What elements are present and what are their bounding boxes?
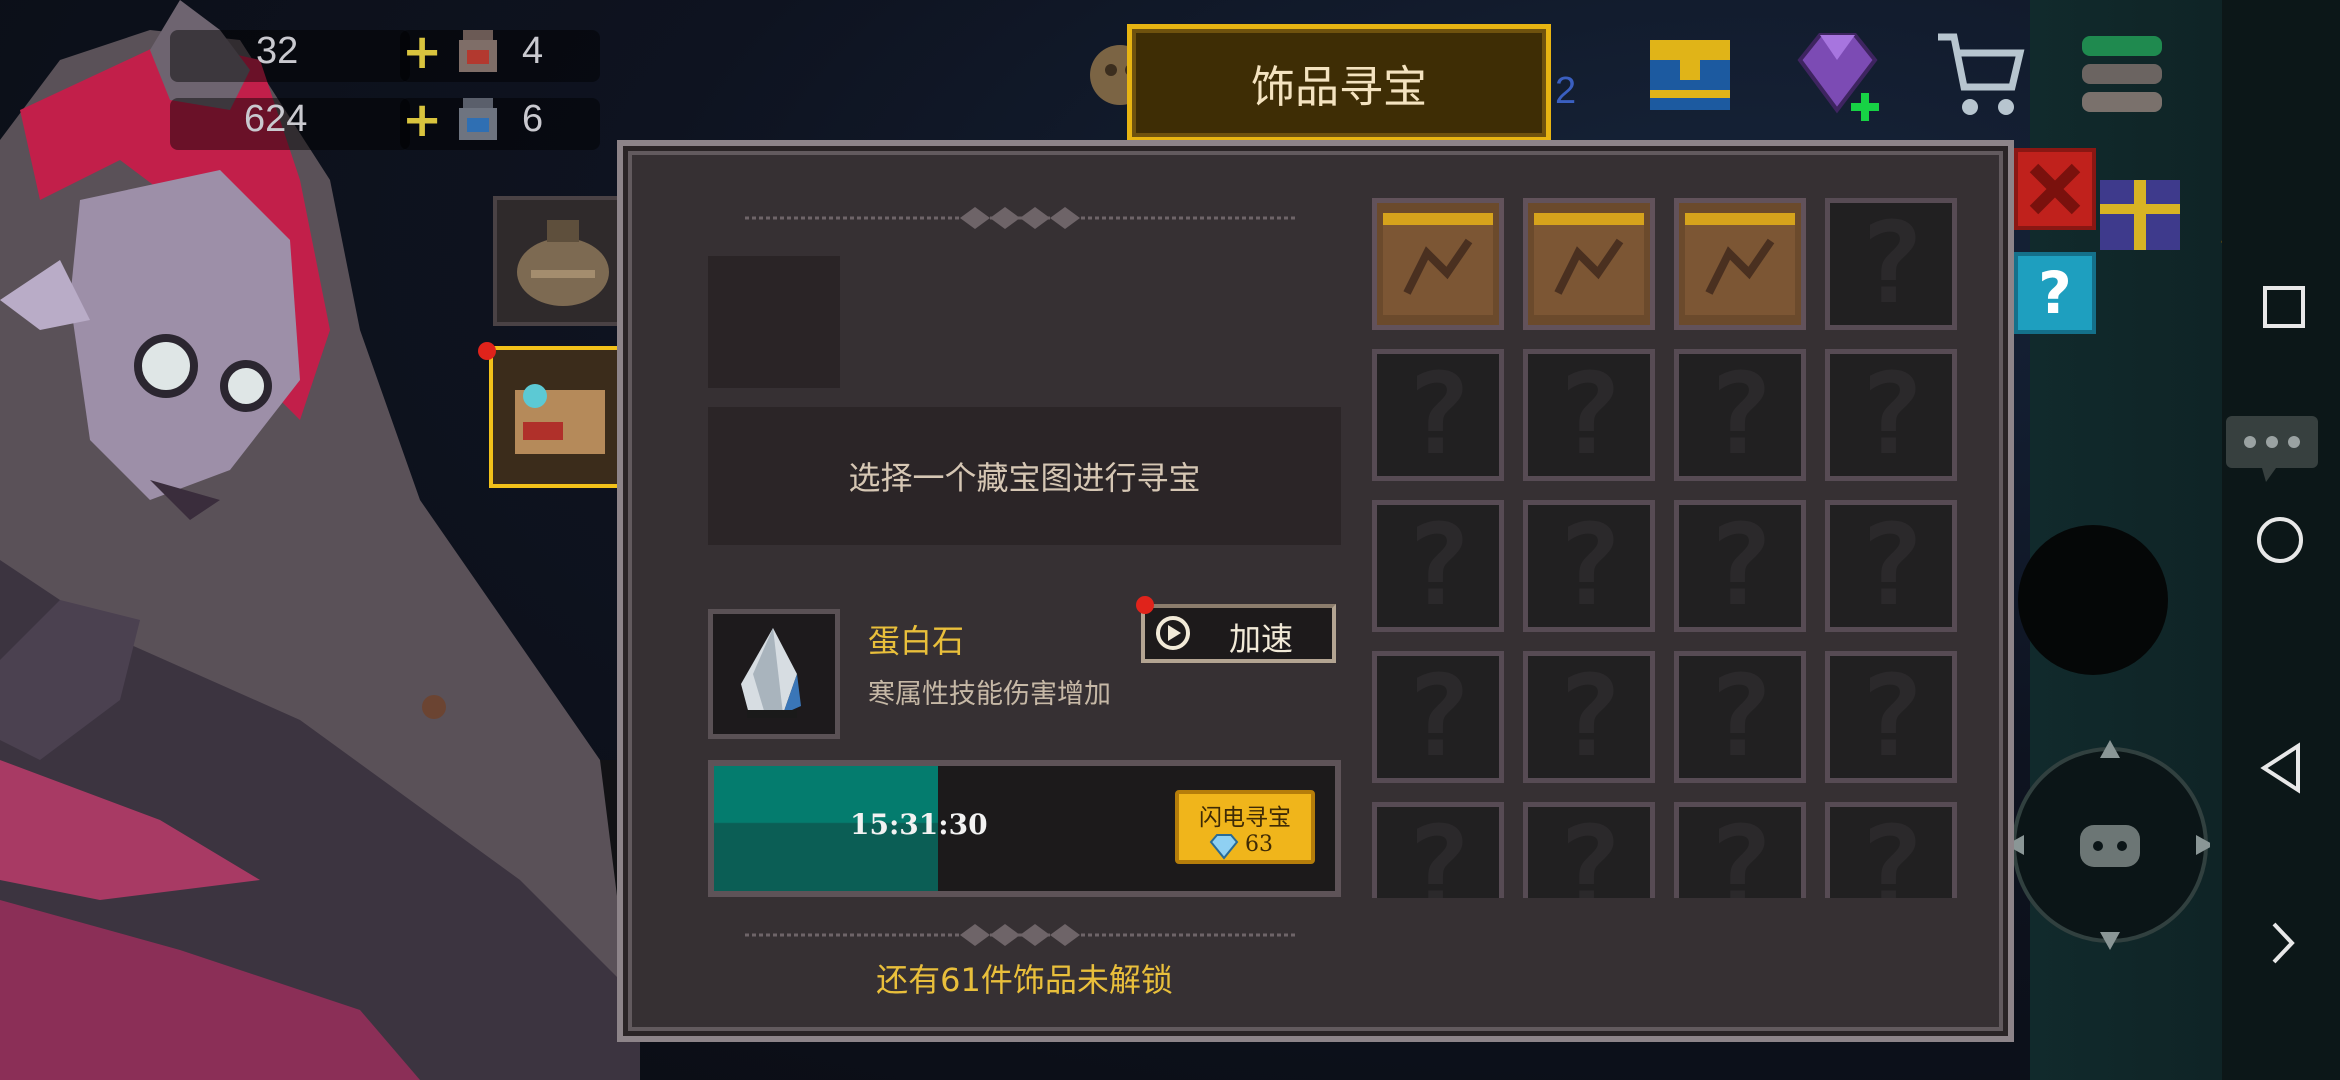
shop-cart-icon[interactable] (1930, 25, 2030, 125)
close-button[interactable] (2014, 148, 2096, 230)
item-icon-box (708, 609, 840, 739)
potion-blue-count: 6 (522, 98, 544, 140)
grid-cell-locked[interactable]: ? (1825, 500, 1957, 632)
grid-cell-locked[interactable]: ? (1523, 802, 1655, 898)
close-icon (2029, 163, 2081, 215)
question-mark-icon: ? (1404, 501, 1472, 631)
floor-orb (422, 695, 446, 719)
treasure-map-icon (1383, 213, 1493, 315)
potion-blue-icon (459, 98, 497, 140)
grid-cell-found[interactable] (1674, 198, 1806, 330)
flash-hunt-cost: 63 (1245, 832, 1273, 857)
grid-cell-locked[interactable]: ? (1674, 500, 1806, 632)
side-slot-map[interactable] (489, 346, 623, 488)
grid-cell-locked[interactable]: ? (1674, 349, 1806, 481)
question-mark-icon: ? (1404, 652, 1472, 782)
flash-hunt-button[interactable]: 闪电寻宝 63 (1175, 790, 1315, 864)
question-mark-icon: ? (1857, 350, 1925, 480)
opal-gem-icon (741, 628, 801, 718)
grid-cell-locked[interactable]: ? (1372, 500, 1504, 632)
grid-cell-locked[interactable]: ? (1523, 651, 1655, 783)
play-icon (1156, 616, 1190, 650)
question-mark-icon: ? (1706, 652, 1774, 782)
bag-icon (517, 220, 609, 306)
question-mark-icon: ? (1555, 350, 1623, 480)
question-mark-icon: ? (1404, 803, 1472, 898)
skill-button[interactable] (2018, 525, 2168, 675)
item-name: 蛋白石 (868, 622, 965, 660)
question-mark-icon: ? (1555, 652, 1623, 782)
grid-cell-locked[interactable]: ? (1674, 651, 1806, 783)
treasure-map-icon (1534, 213, 1644, 315)
grid-cell-locked[interactable]: ? (1674, 802, 1806, 898)
accessory-grid: ????????????????? (1372, 198, 1962, 898)
chevron-right-icon[interactable] (2268, 920, 2298, 966)
question-mark-icon: ? (1706, 501, 1774, 631)
select-map-prompt: 选择一个藏宝图进行寻宝 (708, 407, 1341, 545)
add-potion-blue-icon[interactable]: + (402, 92, 442, 148)
question-mark-icon: ? (1706, 350, 1774, 480)
grid-cell-locked[interactable]: ? (1372, 802, 1504, 898)
hunt-timer: 15:31:30 (850, 808, 988, 841)
gem-count: 32 (256, 30, 299, 72)
help-button[interactable]: ? (2014, 252, 2096, 334)
potion-red-icon (459, 30, 497, 72)
question-mark-icon: ? (1404, 350, 1472, 480)
page-title: 饰品寻宝 (1251, 62, 1427, 113)
grid-cell-found[interactable] (1523, 198, 1655, 330)
diamond-icon (1209, 834, 1239, 860)
speed-up-label: 加速 (1229, 620, 1294, 658)
grid-cell-locked[interactable]: ? (1523, 500, 1655, 632)
square-nav-icon[interactable] (2262, 285, 2306, 329)
hunt-progress-bar: 15:31:30 闪电寻宝 63 (708, 760, 1341, 897)
grid-cell-locked[interactable]: ? (1825, 198, 1957, 330)
speed-up-button[interactable]: 加速 (1141, 604, 1336, 663)
coin-count: 624 (244, 98, 308, 140)
bottom-ornament-divider (745, 924, 1295, 946)
chat-icon[interactable] (2222, 410, 2322, 486)
potion-red-count: 4 (522, 30, 544, 72)
question-mark-icon: ? (1857, 199, 1925, 329)
grid-cell-locked[interactable]: ? (1523, 349, 1655, 481)
stack-icon[interactable] (2072, 28, 2172, 128)
grid-cell-locked[interactable]: ? (1372, 349, 1504, 481)
treasure-map-icon (1685, 213, 1795, 315)
question-mark-icon: ? (1857, 652, 1925, 782)
character-portrait (0, 0, 640, 1080)
grid-cell-locked[interactable]: ? (1825, 651, 1957, 783)
map-preview-slot[interactable] (708, 256, 840, 388)
top-ornament-divider (745, 207, 1295, 229)
map-scroll-icon (515, 384, 605, 454)
side-slot-bag[interactable] (493, 196, 623, 326)
grid-cell-locked[interactable]: ? (1825, 802, 1957, 898)
item-description: 寒属性技能伤害增加 (868, 679, 1111, 710)
home-nav-icon[interactable] (2255, 515, 2305, 565)
question-mark-icon: ? (1706, 803, 1774, 898)
grid-cell-found[interactable] (1372, 198, 1504, 330)
treasure-chest-icon[interactable] (1640, 20, 1740, 120)
question-mark-icon: ? (1857, 501, 1925, 631)
back-nav-icon[interactable] (2258, 742, 2304, 794)
flash-hunt-label: 闪电寻宝 (1199, 805, 1291, 831)
badge-count: 2 (1555, 70, 1577, 112)
title-tab: 饰品寻宝 (1127, 24, 1551, 142)
question-mark-icon: ? (1555, 501, 1623, 631)
grid-cell-locked[interactable]: ? (1372, 651, 1504, 783)
grid-cell-locked[interactable]: ? (1825, 349, 1957, 481)
joystick-icon[interactable] (2010, 700, 2210, 1000)
unlock-status-text: 还有61件饰品未解锁 (876, 961, 1173, 999)
diamond-plus-icon[interactable] (1785, 25, 1885, 125)
question-mark-icon: ? (1857, 803, 1925, 898)
question-mark-icon: ? (1555, 803, 1623, 898)
speed-notification-dot (1136, 596, 1154, 614)
add-potion-red-icon[interactable]: + (402, 24, 442, 80)
notification-dot (478, 342, 496, 360)
gift-icon[interactable] (2090, 150, 2190, 260)
